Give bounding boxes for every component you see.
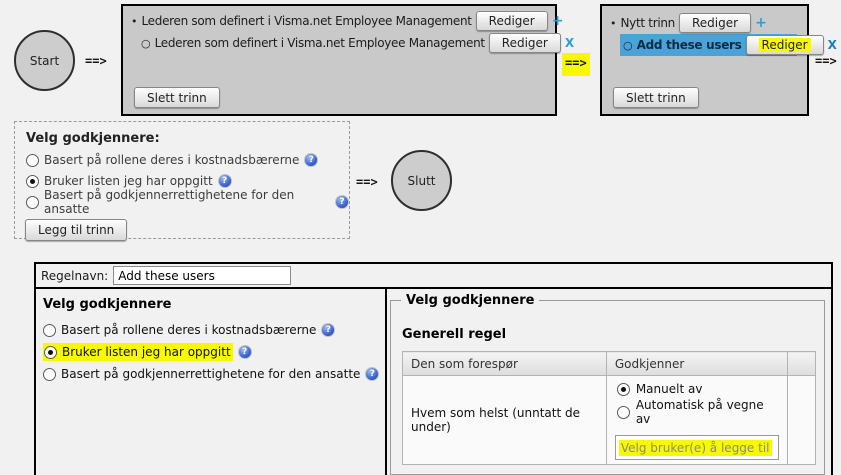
edit-button[interactable]: Rediger	[679, 13, 752, 33]
rule-editor-panel: Regelnavn: Velg godkjennere Basert på ro…	[34, 262, 833, 475]
add-approver-icon[interactable]: +	[755, 15, 767, 31]
approver-type-panel: Velg godkjennere Basert på rollene deres…	[36, 289, 387, 475]
sub-bullet-icon: ○	[623, 38, 633, 52]
chooser-title: Velg godkjennere:	[26, 131, 160, 146]
sub-bullet-icon: ○	[141, 36, 151, 50]
approver-type-chooser: Velg godkjennere: Basert på rollene dere…	[14, 121, 350, 241]
flow-arrow: ==>	[356, 175, 378, 189]
end-node: Slutt	[391, 150, 452, 211]
radio-rights[interactable]	[26, 195, 39, 209]
chooser-option-rights: Basert på godkjennerrettighetene for den…	[26, 188, 349, 216]
option-label: Automatisk på vegne av	[635, 398, 764, 426]
help-icon[interactable]: ?	[321, 323, 336, 337]
radio-userlist[interactable]	[44, 345, 57, 359]
radio-manual[interactable]	[616, 382, 630, 396]
step1-approver-row: • Lederen som definert i Visma.net Emplo…	[131, 10, 563, 32]
approver-option-roles: Basert på rollene deres i kostnadsbærern…	[43, 321, 385, 339]
workflow-step-1: • Lederen som definert i Visma.net Emplo…	[121, 4, 574, 116]
actions-cell	[786, 375, 817, 465]
option-label: Bruker listen jeg har oppgitt	[44, 174, 213, 188]
rule-name-row: Regelnavn:	[36, 264, 831, 289]
help-icon[interactable]: ?	[304, 153, 319, 167]
edit-button[interactable]: Rediger	[475, 11, 548, 31]
picker-placeholder: Velg bruker(e) å legge til	[618, 439, 772, 456]
option-label: Basert på rollene deres i kostnadsbærern…	[61, 323, 317, 337]
step1-row1-text: Lederen som definert i Visma.net Employe…	[141, 14, 472, 28]
flow-arrow-highlighted: ==>	[562, 53, 590, 76]
end-label: Slutt	[407, 173, 436, 188]
approve-manual-option: Manuelt av	[616, 382, 779, 396]
radio-userlist[interactable]	[26, 174, 39, 188]
step1-subapprover-row: ○ Lederen som definert i Visma.net Emplo…	[141, 32, 574, 54]
help-icon[interactable]: ?	[335, 195, 349, 209]
edit-button[interactable]: Rediger	[488, 33, 561, 53]
step2-row1-text: Nytt trinn	[620, 16, 676, 30]
step2-selected-approver-row: ○ Add these users Rediger X	[620, 34, 837, 56]
rule-name-label: Regelnavn:	[41, 268, 109, 283]
radio-roles[interactable]	[43, 323, 56, 337]
highlight-marker: Bruker listen jeg har oppgitt	[43, 343, 233, 361]
rule-name-input[interactable]	[113, 266, 292, 285]
add-approver-icon[interactable]: +	[552, 13, 564, 29]
start-label: Start	[29, 53, 60, 68]
general-rule-heading: Generell regel	[402, 327, 507, 342]
rule-table: Den som forespør Godkjenner Hvem som hel…	[402, 351, 817, 465]
general-rule-panel: Velg godkjennere Generell regel Den som …	[387, 289, 831, 475]
step1-row2-text: Lederen som definert i Visma.net Employe…	[154, 36, 485, 50]
approver-cell: Manuelt av Automatisk på vegne av Velg b…	[605, 375, 788, 465]
flow-arrow: ==>	[85, 54, 107, 68]
option-label: Basert på rollene deres i kostnadsbærern…	[44, 153, 300, 167]
radio-roles[interactable]	[26, 153, 39, 167]
chooser-option-roles: Basert på rollene deres i kostnadsbærern…	[26, 151, 349, 169]
workflow-step-2: • Nytt trinn Rediger + ○ Add these users…	[600, 4, 837, 116]
approver-type-title: Velg godkjennere	[43, 297, 172, 312]
add-step-button[interactable]: Legg til trinn	[25, 219, 128, 241]
approve-auto-option: Automatisk på vegne av	[616, 398, 779, 426]
option-label: Bruker listen jeg har oppgitt	[62, 345, 231, 359]
start-node: Start	[14, 30, 75, 91]
option-label: Manuelt av	[635, 382, 703, 396]
remove-approver-icon[interactable]: X	[828, 38, 837, 52]
flow-arrow: ==>	[815, 54, 837, 68]
fieldset-legend: Velg godkjennere	[406, 293, 535, 308]
remove-approver-icon[interactable]: X	[565, 36, 574, 50]
rule-editor-body: Velg godkjennere Basert på rollene deres…	[36, 289, 831, 475]
help-icon[interactable]: ?	[237, 345, 252, 359]
radio-rights[interactable]	[43, 367, 56, 381]
col-requester: Den som forespør	[402, 351, 607, 376]
option-label: Basert på godkjennerrettighetene for den…	[44, 188, 295, 216]
step2-approver-row: • Nytt trinn Rediger +	[610, 12, 807, 34]
delete-step-button[interactable]: Slett trinn	[613, 87, 699, 108]
requester-cell: Hvem som helst (unntatt de under)	[402, 375, 607, 465]
col-approver: Godkjenner	[605, 351, 788, 376]
approver-fieldset: Velg godkjennere Generell regel Den som …	[390, 293, 825, 475]
approver-option-userlist-highlighted: Bruker listen jeg har oppgitt ?	[43, 343, 385, 361]
rule-table-header-row: Den som forespør Godkjenner	[402, 351, 817, 376]
edit-button-highlighted[interactable]: Rediger	[745, 35, 824, 55]
bullet-icon: •	[131, 14, 138, 28]
workflow-editor: Start ==> • Lederen som definert i Visma…	[0, 0, 841, 475]
radio-automatic[interactable]	[616, 405, 630, 419]
rule-table-row: Hvem som helst (unntatt de under) Manuel…	[402, 375, 817, 465]
approver-option-rights: Basert på godkjennerrettighetene for den…	[43, 365, 385, 383]
option-label: Basert på godkjennerrettighetene for den…	[61, 367, 361, 381]
bullet-icon: •	[610, 16, 617, 30]
delete-step-button[interactable]: Slett trinn	[134, 87, 220, 108]
help-icon[interactable]: ?	[217, 174, 232, 188]
col-actions	[786, 351, 817, 376]
user-picker-input[interactable]: Velg bruker(e) å legge til	[614, 435, 779, 460]
help-icon[interactable]: ?	[365, 367, 380, 381]
step2-row2-text: Add these users	[636, 38, 742, 52]
